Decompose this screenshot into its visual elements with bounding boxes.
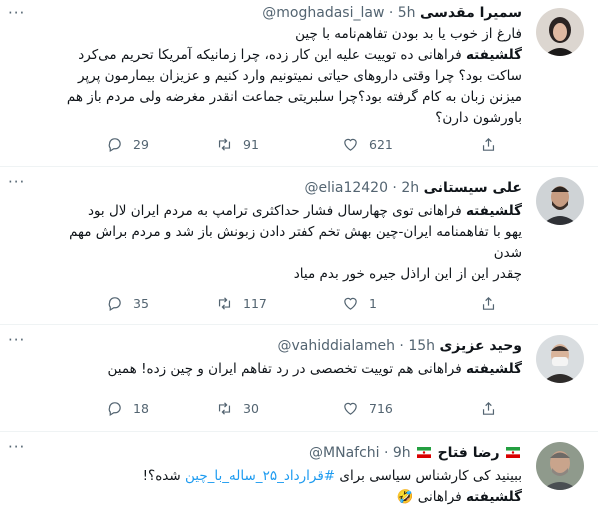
avatar[interactable] [536,335,584,383]
author-name[interactable]: علی سیستانی [424,180,522,196]
reply-button[interactable]: 18 [106,400,149,417]
retweet-button[interactable]: 30 [216,400,259,417]
tweet-line: باورشون دارن؟ [435,110,522,126]
more-options-icon[interactable]: ··· [8,175,25,190]
like-count: 621 [369,137,393,152]
tweet-card[interactable]: ··· سمیرا مقدسی @moghadasi_law · 5h فارغ… [0,0,598,167]
reply-icon [108,402,121,416]
tweet-text: گلشیفته فراهانی هم توییت تخصصی در رد تفا… [16,359,522,380]
retweet-count: 117 [243,296,267,311]
tweet-card[interactable]: ··· علی سیستانی @elia12420 · 2h گلشیفته … [0,167,598,325]
tweet-text: گلشیفته فراهانی توی چهارسال فشار حداکثری… [16,201,522,285]
reply-icon [108,138,121,152]
tweet-line: گلشیفته فراهانی توی چهارسال فشار حداکثری… [87,203,522,219]
share-button[interactable] [480,295,497,312]
tweet-line: گلشیفته فراهانی هم توییت تخصصی در رد تفا… [107,361,522,377]
like-button[interactable]: 1 [342,295,377,312]
tweet-feed: ··· سمیرا مقدسی @moghadasi_law · 5h فارغ… [0,0,598,513]
retweet-icon [218,138,231,151]
author-name[interactable]: رضا فتاح [438,445,500,461]
reply-count: 18 [133,401,149,416]
retweet-icon [218,402,231,415]
author-handle-time[interactable]: @MNafchi · 9h [309,445,411,461]
hashtag-link[interactable]: #قرارداد_۲۵_ساله_با_چین [185,468,335,484]
reply-count: 35 [133,296,149,311]
tweet-line: چقدر این از این اراذل جیره خور بدم میاد [293,266,522,282]
tweet-line: میزنن زبان به کام گرفته بود؟چرا سلبریتی … [66,89,522,105]
author-handle-time[interactable]: @vahiddialameh · 15h [278,338,436,354]
share-icon [482,137,495,151]
tweet-card[interactable]: ··· وحید عزیزی @vahiddialameh · 15h گلشی… [0,325,598,432]
share-icon [482,401,495,415]
tweet-header: سمیرا مقدسی @moghadasi_law · 5h [262,4,522,22]
tweet-card[interactable]: ··· رضا فتاح @MNafchi · 9h ببینید کی کار… [0,432,598,513]
avatar[interactable] [536,442,584,490]
retweet-count: 30 [243,401,259,416]
more-options-icon[interactable]: ··· [8,440,25,455]
tweet-header: وحید عزیزی @vahiddialameh · 15h [278,337,523,355]
author-handle-time[interactable]: @elia12420 · 2h [304,180,419,196]
share-button[interactable] [480,136,497,153]
reply-icon [108,297,121,311]
iran-flag-icon [506,447,520,458]
tweet-header: رضا فتاح @MNafchi · 9h [309,444,522,462]
more-options-icon[interactable]: ··· [8,6,25,21]
tweet-line: ببینید کی کارشناس سیاسی برای #قرارداد_۲۵… [142,468,522,484]
like-count: 716 [369,401,393,416]
tweet-line: فارغ از خوب یا بد بودن تفاهم‌نامه با چین [295,26,522,42]
like-count: 1 [369,296,377,311]
tweet-actions: 35 117 1 [10,295,522,315]
like-icon [344,402,357,415]
avatar[interactable] [536,177,584,225]
tweet-text: فارغ از خوب یا بد بودن تفاهم‌نامه با چین… [16,24,522,129]
retweet-count: 91 [243,137,259,152]
retweet-button[interactable]: 117 [216,295,267,312]
tweet-line: گلشیفته فراهانی ده توییت علیه این کار زد… [78,47,522,63]
tweet-header: علی سیستانی @elia12420 · 2h [304,179,522,197]
like-button[interactable]: 621 [342,136,393,153]
share-icon [482,296,495,310]
reply-button[interactable]: 35 [106,295,149,312]
tweet-line: گلشیفته فراهانی 🤣 [396,489,522,505]
author-handle-time[interactable]: @moghadasi_law · 5h [262,5,415,21]
more-options-icon[interactable]: ··· [8,333,25,348]
tweet-actions: 29 91 621 [10,136,522,156]
retweet-button[interactable]: 91 [216,136,259,153]
like-button[interactable]: 716 [342,400,393,417]
reply-button[interactable]: 29 [106,136,149,153]
tweet-line: ساکت بود؟ چرا وقتی داروهای حیاتی نمیتونی… [77,68,522,84]
author-name[interactable]: وحید عزیزی [439,338,522,354]
like-icon [344,297,357,310]
like-icon [344,138,357,151]
iran-flag-icon [417,447,432,458]
reply-count: 29 [133,137,149,152]
avatar[interactable] [536,8,584,56]
tweet-line: یهو با تفاهمنامه ایران-چین بهش تخم کفتر … [69,224,522,240]
share-button[interactable] [480,400,497,417]
author-name[interactable]: سمیرا مقدسی [420,5,522,21]
tweet-text: ببینید کی کارشناس سیاسی برای #قرارداد_۲۵… [16,466,522,508]
tweet-line: شدن [493,245,522,261]
tweet-actions: 18 30 716 [10,400,522,420]
retweet-icon [218,297,231,310]
